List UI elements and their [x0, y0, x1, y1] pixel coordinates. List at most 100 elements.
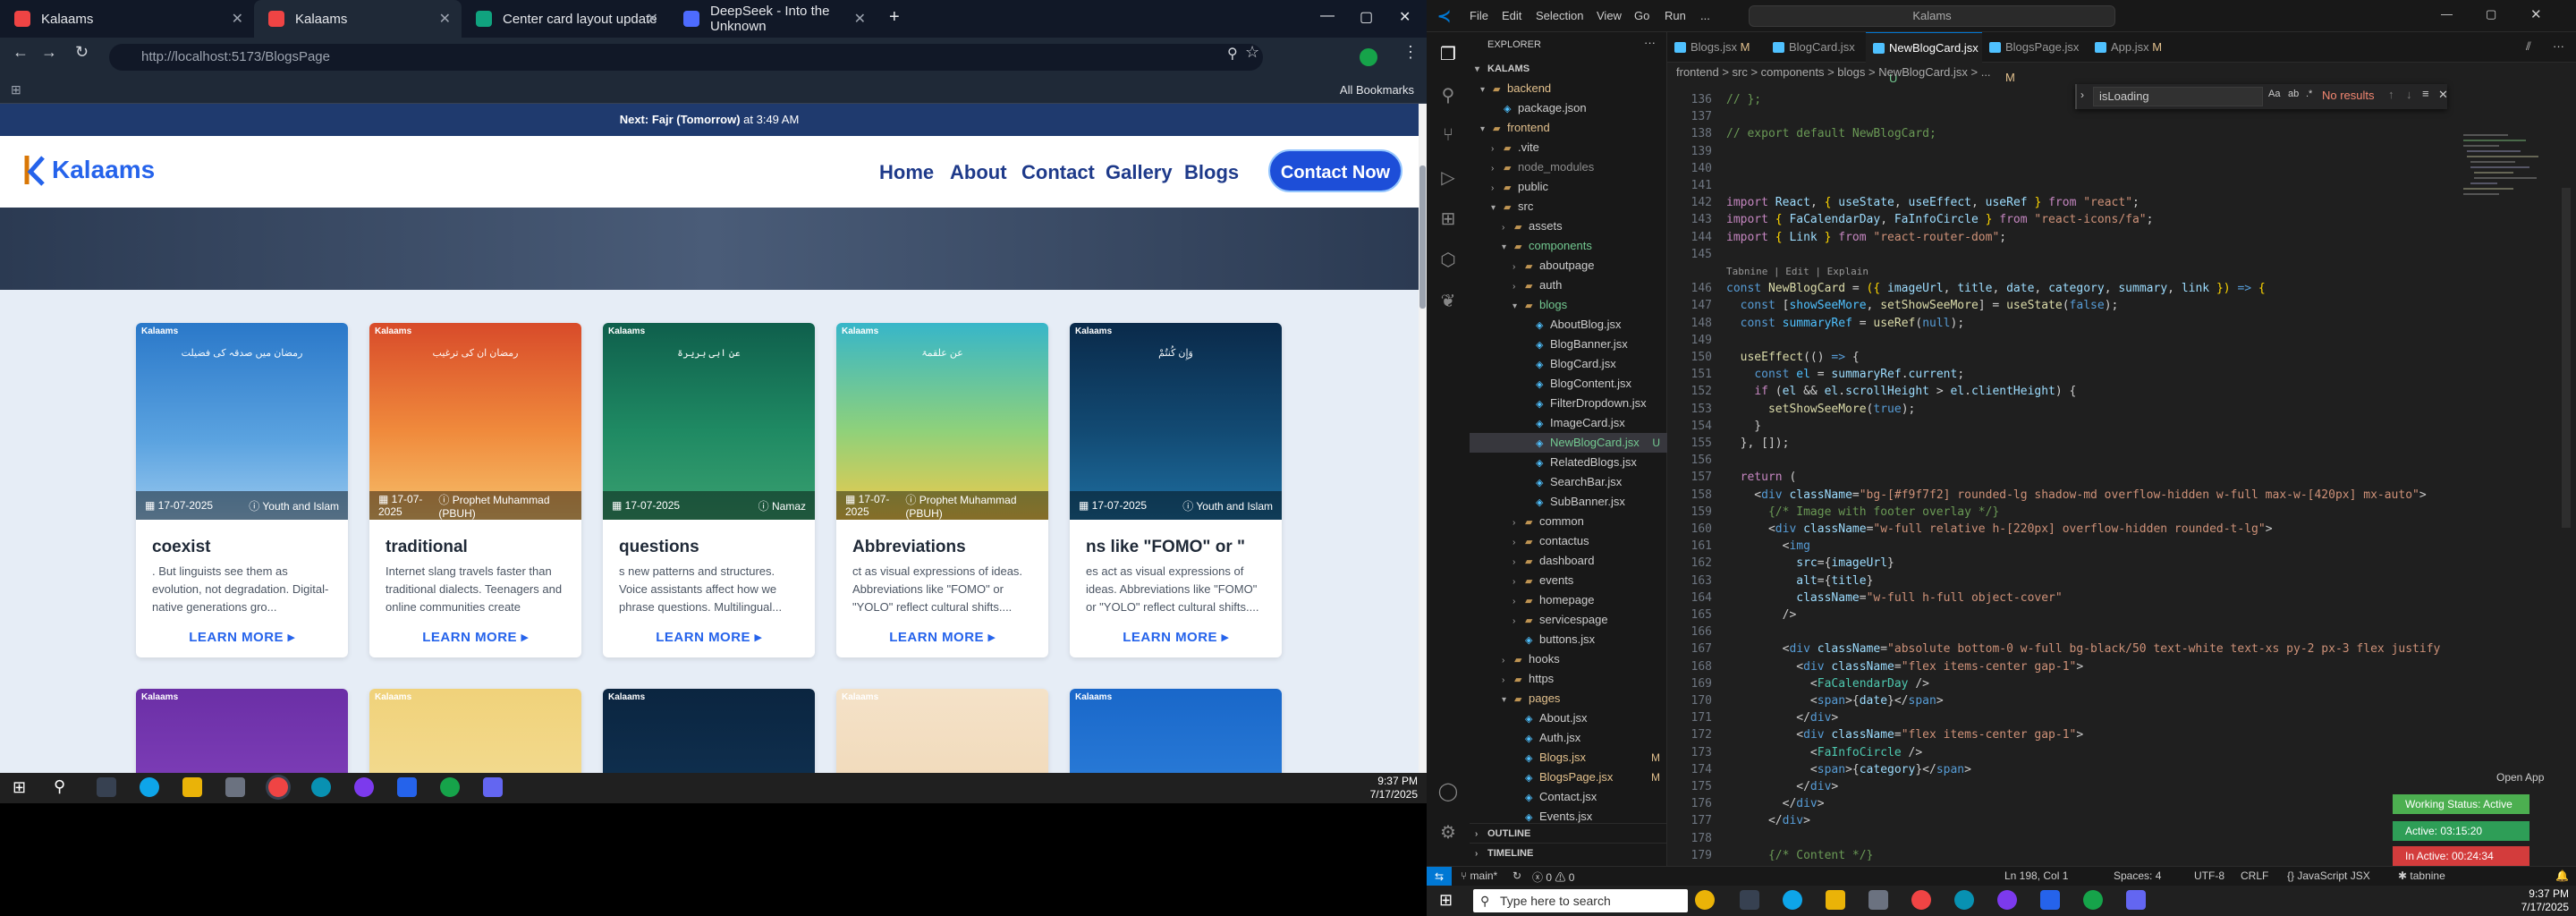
tree-file[interactable]: ◈ BlogsPage.jsx M — [1470, 768, 1667, 787]
tree-file[interactable]: ◈ ImageCard.jsx — [1470, 413, 1667, 433]
problems-indicator[interactable]: ⓧ 0 ⚠ 0 — [1532, 869, 1574, 885]
app-icon-1[interactable] — [1954, 890, 1974, 910]
tree-folder[interactable]: › ▰ events — [1470, 571, 1667, 590]
tab-close-icon[interactable]: ✕ — [232, 10, 243, 28]
menu-edit[interactable]: Edit — [1502, 9, 1521, 22]
minimize-icon[interactable]: — — [2441, 7, 2453, 21]
browser-tab[interactable]: Kalaams ✕ — [254, 0, 462, 38]
editor-scrollbar-thumb[interactable] — [2562, 188, 2571, 528]
page-scrollbar-thumb[interactable] — [1419, 165, 1426, 309]
taskbar-clock[interactable]: 9:37 PM 7/17/2025 — [1370, 775, 1418, 802]
tree-folder[interactable]: › ▰ aboutpage — [1470, 256, 1667, 276]
tree-file[interactable]: ◈ NewBlogCard.jsx U — [1470, 433, 1667, 453]
timeline-section[interactable]: › TIMELINE — [1470, 843, 1667, 862]
menu-file[interactable]: File — [1470, 9, 1488, 22]
learn-more-link[interactable]: LEARN MORE ▸ — [603, 618, 815, 657]
find-in-selection-icon[interactable]: ≡ — [2422, 87, 2429, 100]
code-editor[interactable]: 136 // }; 137 138 // export default NewBlogC… — [1667, 82, 2454, 861]
minimize-icon[interactable]: — — [1320, 8, 1335, 24]
sync-icon[interactable]: ↻ — [1513, 869, 1521, 882]
store-icon[interactable] — [1868, 890, 1888, 910]
editor-tab[interactable]: BlogsPage.jsx M — [1982, 32, 2088, 84]
tree-file[interactable]: ◈ BlogContent.jsx — [1470, 374, 1667, 394]
tree-folder[interactable]: ▾ ▰ pages — [1470, 689, 1667, 708]
browser-tab[interactable]: Center card layout update ✕ — [462, 0, 669, 38]
chrome-2-icon[interactable] — [2083, 890, 2103, 910]
tabnine-status[interactable]: ✱ tabnine — [2398, 869, 2445, 882]
close-find-icon[interactable]: ✕ — [2438, 88, 2448, 102]
edge-icon[interactable] — [1783, 890, 1802, 910]
tree-file[interactable]: ◈ Blogs.jsx M — [1470, 748, 1667, 768]
tree-file[interactable]: ◈ buttons.jsx — [1470, 630, 1667, 649]
tree-file[interactable]: ◈ Contact.jsx — [1470, 787, 1667, 807]
taskbar-search[interactable]: ⚲ Type here to search — [1473, 889, 1688, 912]
tree-folder[interactable]: › ▰ public — [1470, 177, 1667, 197]
codelens[interactable]: Tabnine | Edit | Explain — [1726, 265, 1868, 278]
tab-close-icon[interactable]: ✕ — [647, 10, 658, 28]
tree-folder[interactable]: › ▰ contactus — [1470, 531, 1667, 551]
tree-folder[interactable]: › ▰ https — [1470, 669, 1667, 689]
file-explorer-icon[interactable] — [182, 777, 202, 797]
tree-folder[interactable]: ▾ ▰ src — [1470, 197, 1667, 216]
profile-avatar[interactable] — [1360, 48, 1377, 66]
prev-match-icon[interactable]: ↑ — [2388, 88, 2394, 101]
apps-grid-icon[interactable]: ⊞ — [11, 82, 21, 98]
menu-more[interactable]: ... — [1700, 9, 1710, 22]
task-view-icon[interactable] — [97, 777, 116, 797]
windows-start-icon[interactable]: ⊞ — [1439, 891, 1453, 910]
github-icon[interactable] — [1997, 890, 2017, 910]
split-editor-icon[interactable]: ⫽ — [2526, 39, 2531, 54]
browser-tab[interactable]: Kalaams ✕ — [0, 0, 254, 38]
editor-tab[interactable]: BlogCard.jsx — [1766, 32, 1866, 63]
nav-about[interactable]: About — [950, 161, 1007, 184]
tree-file[interactable]: ◈ FilterDropdown.jsx — [1470, 394, 1667, 413]
nav-gallery[interactable]: Gallery — [1106, 161, 1173, 184]
menu-kebab-icon[interactable]: ⋮ — [1402, 43, 1419, 62]
nav-contact[interactable]: Contact — [1021, 161, 1095, 184]
manage-gear-icon[interactable]: ⚙ — [1437, 821, 1459, 843]
remote-indicator[interactable]: ⇆ — [1427, 867, 1452, 886]
reload-icon[interactable]: ↻ — [75, 43, 89, 62]
close-icon[interactable]: ✕ — [2530, 6, 2542, 22]
maximize-icon[interactable]: ▢ — [2486, 7, 2496, 21]
learn-more-link[interactable]: LEARN MORE ▸ — [1070, 618, 1282, 657]
outline-section[interactable]: › OUTLINE — [1470, 823, 1667, 843]
tree-file[interactable]: ◈ About.jsx — [1470, 708, 1667, 728]
store-icon[interactable] — [225, 777, 245, 797]
tree-folder[interactable]: ▾ ▰ blogs — [1470, 295, 1667, 315]
chrome-2-icon[interactable] — [440, 777, 460, 797]
encoding[interactable]: UTF-8 — [2194, 869, 2224, 882]
tree-folder[interactable]: › ▰ assets — [1470, 216, 1667, 236]
cursor-position[interactable]: Ln 198, Col 1 — [2004, 869, 2068, 882]
explorer-icon[interactable]: ❐ — [1437, 43, 1459, 64]
tree-folder[interactable]: ▾ ▰ components — [1470, 236, 1667, 256]
vscode-icon[interactable] — [2040, 890, 2060, 910]
taskbar-clock[interactable]: 9:37 PM 7/17/2025 — [2521, 887, 2569, 914]
mongodb-icon[interactable]: ❦ — [1437, 290, 1459, 311]
remote-explorer-icon[interactable]: ⬡ — [1437, 249, 1459, 270]
tree-file[interactable]: ◈ BlogBanner.jsx — [1470, 335, 1667, 354]
minimap[interactable] — [2454, 63, 2553, 859]
tree-file[interactable]: ◈ package.json — [1470, 98, 1667, 118]
close-icon[interactable]: ✕ — [1399, 8, 1411, 26]
vscode-icon[interactable] — [397, 777, 417, 797]
tree-file[interactable]: ◈ Auth.jsx — [1470, 728, 1667, 748]
contact-now-button[interactable]: Contact Now — [1268, 149, 1402, 192]
editor-scrollbar[interactable] — [2558, 63, 2571, 859]
zoom-icon[interactable] — [483, 777, 503, 797]
tree-folder[interactable]: › ▰ .vite — [1470, 138, 1667, 157]
tree-folder[interactable]: › ▰ common — [1470, 512, 1667, 531]
tree-folder[interactable]: › ▰ dashboard — [1470, 551, 1667, 571]
maximize-icon[interactable]: ▢ — [1360, 8, 1373, 26]
project-root[interactable]: ▾ KALAMS — [1470, 59, 1667, 79]
breadcrumb[interactable]: frontend > src > components > blogs > Ne… — [1667, 63, 2293, 82]
address-bar[interactable]: http://localhost:5173/BlogsPage — [109, 44, 1263, 71]
tree-file[interactable]: ◈ AboutBlog.jsx — [1470, 315, 1667, 335]
nav-blogs[interactable]: Blogs — [1184, 161, 1239, 184]
tree-folder[interactable]: › ▰ node_modules — [1470, 157, 1667, 177]
explorer-more-icon[interactable]: ··· — [1644, 36, 1656, 49]
find-input[interactable]: isLoading — [2093, 87, 2263, 106]
file-explorer-icon[interactable] — [1826, 890, 1845, 910]
run-debug-icon[interactable]: ▷ — [1437, 166, 1459, 188]
windows-start-icon[interactable]: ⊞ — [13, 778, 26, 797]
